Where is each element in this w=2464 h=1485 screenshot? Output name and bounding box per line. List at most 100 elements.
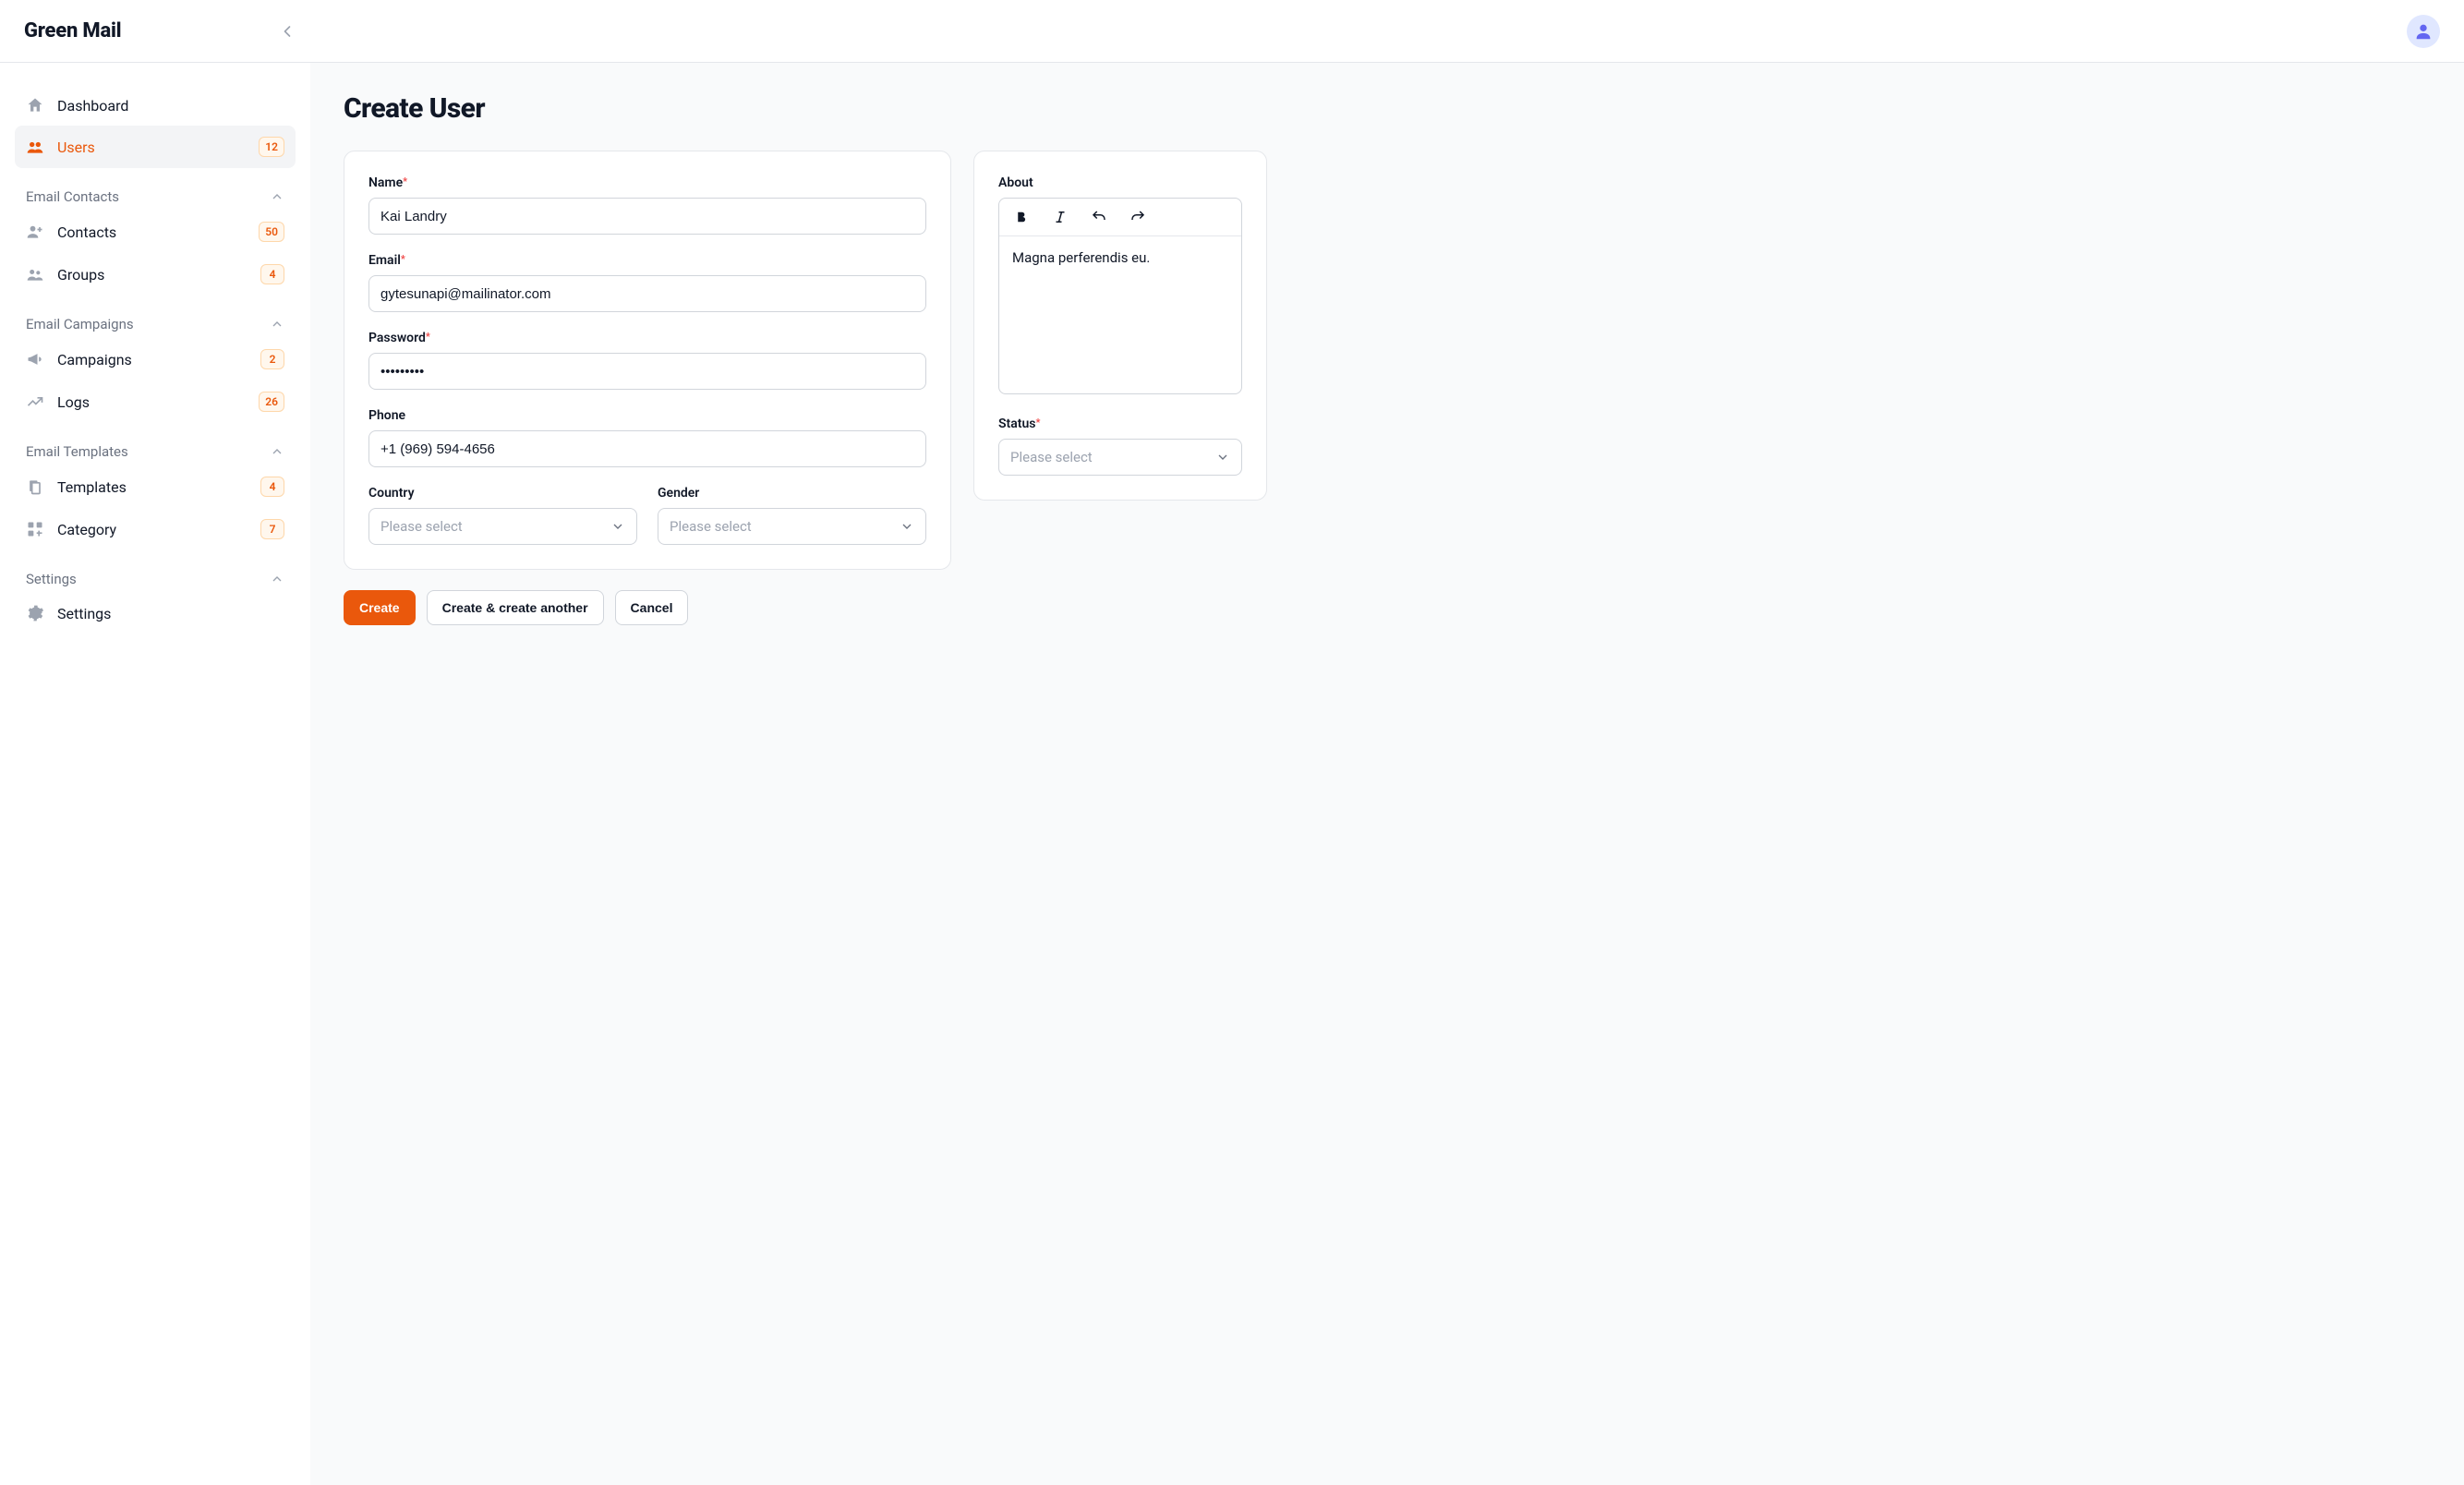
user-avatar[interactable] — [2407, 15, 2440, 48]
section-title: Settings — [26, 571, 77, 587]
gender-label: Gender — [658, 486, 926, 501]
country-label: Country — [368, 486, 637, 501]
country-select[interactable]: Please select — [368, 508, 637, 545]
field-gender: Gender Please select — [658, 486, 926, 545]
sidebar-item-label: Category — [57, 521, 116, 538]
section-title: Email Templates — [26, 443, 128, 460]
sidebar-badge: 12 — [259, 137, 284, 157]
editor-toolbar — [999, 199, 1241, 236]
sidebar-item-label: Logs — [57, 393, 90, 411]
email-input[interactable] — [368, 275, 926, 312]
status-placeholder: Please select — [1010, 449, 1093, 465]
field-email: Email* — [368, 253, 926, 312]
back-button[interactable] — [278, 22, 296, 41]
sidebar-item-templates[interactable]: Templates 4 — [15, 465, 296, 508]
gender-placeholder: Please select — [670, 518, 752, 535]
password-input[interactable] — [368, 353, 926, 390]
chevron-left-icon — [278, 22, 296, 41]
gear-icon — [26, 604, 44, 622]
email-label: Email* — [368, 253, 926, 268]
sidebar-item-label: Users — [57, 139, 95, 156]
main-content: Create User Name* Email* Password* Phone — [310, 63, 2464, 1485]
grid-add-icon — [26, 520, 44, 538]
topbar: Green Mail — [0, 0, 2464, 63]
cancel-button[interactable]: Cancel — [615, 590, 689, 625]
status-label: Status* — [998, 417, 1242, 431]
sidebar-item-dashboard[interactable]: Dashboard — [15, 85, 296, 126]
section-title: Email Contacts — [26, 188, 119, 205]
sidebar-badge: 4 — [260, 477, 284, 497]
chevron-down-icon — [900, 519, 914, 534]
phone-input[interactable] — [368, 430, 926, 467]
italic-button[interactable] — [1051, 208, 1069, 226]
create-another-button[interactable]: Create & create another — [427, 590, 604, 625]
sidebar-badge: 26 — [259, 392, 284, 412]
create-button[interactable]: Create — [344, 590, 416, 625]
sidebar-badge: 50 — [259, 222, 284, 242]
form-row: Name* Email* Password* Phone — [344, 151, 2431, 570]
redo-button[interactable] — [1129, 208, 1147, 226]
form-card-main: Name* Email* Password* Phone — [344, 151, 951, 570]
sidebar-item-label: Dashboard — [57, 97, 128, 115]
sidebar-item-logs[interactable]: Logs 26 — [15, 380, 296, 423]
field-password: Password* — [368, 331, 926, 390]
password-label: Password* — [368, 331, 926, 345]
contact-add-icon — [26, 223, 44, 241]
sidebar-item-settings[interactable]: Settings — [15, 593, 296, 634]
sidebar-badge: 7 — [260, 519, 284, 539]
sidebar-item-campaigns[interactable]: Campaigns 2 — [15, 338, 296, 380]
about-textarea[interactable]: Magna perferendis eu. — [999, 236, 1241, 393]
form-card-side: About — [973, 151, 1267, 501]
chevron-up-icon — [270, 572, 284, 586]
groups-icon — [26, 265, 44, 284]
section-header-email-campaigns[interactable]: Email Campaigns — [15, 296, 296, 338]
name-input[interactable] — [368, 198, 926, 235]
section-header-email-templates[interactable]: Email Templates — [15, 423, 296, 465]
sidebar-badge: 4 — [260, 264, 284, 284]
section-header-settings[interactable]: Settings — [15, 550, 296, 593]
sidebar-item-groups[interactable]: Groups 4 — [15, 253, 296, 296]
about-editor: Magna perferendis eu. — [998, 198, 1242, 394]
form-actions: Create Create & create another Cancel — [344, 590, 2431, 625]
users-icon — [26, 138, 44, 156]
sidebar-badge: 2 — [260, 349, 284, 369]
section-header-email-contacts[interactable]: Email Contacts — [15, 168, 296, 211]
undo-button[interactable] — [1090, 208, 1108, 226]
about-label: About — [998, 175, 1242, 190]
italic-icon — [1052, 209, 1069, 225]
redo-icon — [1129, 209, 1146, 225]
template-icon — [26, 477, 44, 496]
chevron-down-icon — [1215, 450, 1230, 465]
field-country: Country Please select — [368, 486, 637, 545]
page-title: Create User — [344, 92, 2431, 125]
user-icon — [2413, 21, 2434, 42]
sidebar-item-category[interactable]: Category 7 — [15, 508, 296, 550]
country-gender-row: Country Please select Gender Please sele… — [368, 486, 926, 545]
phone-label: Phone — [368, 408, 926, 423]
chevron-up-icon — [270, 189, 284, 204]
home-icon — [26, 96, 44, 115]
topbar-left: Green Mail — [24, 19, 296, 42]
status-select[interactable]: Please select — [998, 439, 1242, 476]
field-name: Name* — [368, 175, 926, 235]
field-phone: Phone — [368, 408, 926, 467]
bold-button[interactable] — [1012, 208, 1031, 226]
sidebar-item-label: Groups — [57, 266, 104, 284]
layout: Dashboard Users 12 Email Contacts — [0, 63, 2464, 1485]
brand: Green Mail — [24, 19, 121, 42]
megaphone-icon — [26, 350, 44, 368]
chevron-down-icon — [610, 519, 625, 534]
trend-icon — [26, 392, 44, 411]
section-title: Email Campaigns — [26, 316, 134, 332]
sidebar-item-users[interactable]: Users 12 — [15, 126, 296, 168]
sidebar-item-label: Contacts — [57, 223, 116, 241]
sidebar-item-label: Campaigns — [57, 351, 132, 368]
gender-select[interactable]: Please select — [658, 508, 926, 545]
sidebar-item-contacts[interactable]: Contacts 50 — [15, 211, 296, 253]
sidebar-item-label: Settings — [57, 605, 111, 622]
undo-icon — [1091, 209, 1107, 225]
chevron-up-icon — [270, 444, 284, 459]
name-label: Name* — [368, 175, 926, 190]
bold-icon — [1013, 209, 1030, 225]
sidebar-item-label: Templates — [57, 478, 127, 496]
